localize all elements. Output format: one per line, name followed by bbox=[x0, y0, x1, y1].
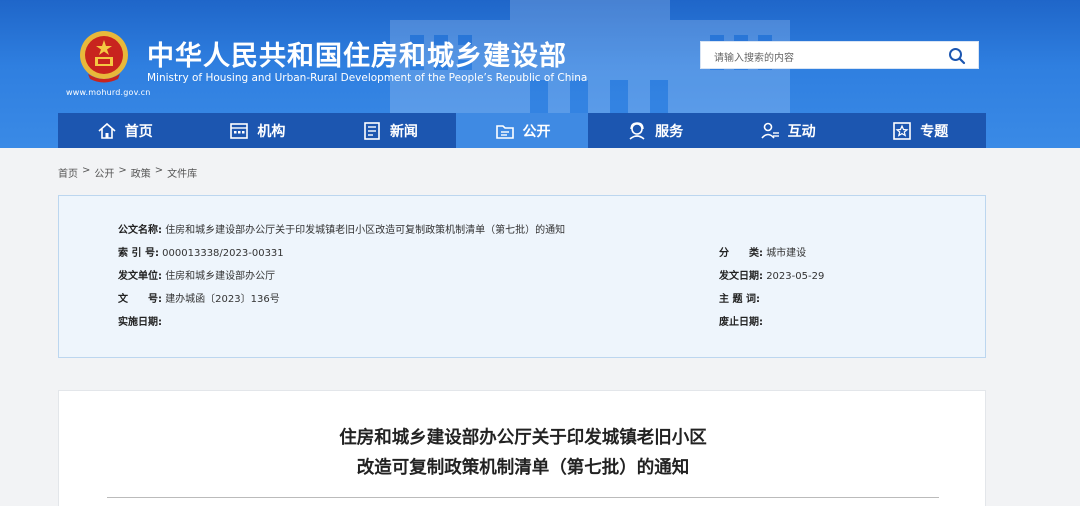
nav-item-public[interactable]: 公开 bbox=[455, 113, 589, 148]
article-panel: 住房和城乡建设部办公厅关于印发城镇老旧小区 改造可复制政策机制清单（第七批）的通… bbox=[58, 390, 986, 506]
nav-item-organization[interactable]: 机构 bbox=[191, 113, 324, 148]
building-icon bbox=[230, 122, 249, 139]
main-nav: 首页 机构 新闻 公开 服务 互动 专题 bbox=[58, 113, 986, 148]
info-label: 发文单位: bbox=[118, 271, 162, 282]
nav-item-label: 新闻 bbox=[389, 123, 418, 140]
nav-item-label: 互动 bbox=[787, 123, 816, 140]
site-header: www.mohurd.gov.cn 中华人民共和国住房和城乡建设部 Minist… bbox=[0, 0, 1080, 148]
nav-item-label: 专题 bbox=[920, 123, 949, 140]
breadcrumb-library[interactable]: 文件库 bbox=[167, 165, 197, 180]
home-icon bbox=[98, 122, 116, 139]
site-subtitle: Ministry of Housing and Urban-Rural Deve… bbox=[147, 72, 588, 84]
nav-item-label: 机构 bbox=[257, 123, 286, 140]
site-title: 中华人民共和国住房和城乡建设部 bbox=[147, 41, 567, 72]
article-title-line1: 住房和城乡建设部办公厅关于印发城镇老旧小区 bbox=[339, 428, 707, 448]
nav-item-interaction[interactable]: 互动 bbox=[721, 113, 854, 148]
site-url: www.mohurd.gov.cn bbox=[66, 88, 151, 97]
info-label: 分 类: bbox=[719, 248, 763, 259]
info-value: 2023-05-29 bbox=[766, 271, 825, 282]
breadcrumb-separator: > bbox=[82, 165, 91, 176]
breadcrumb-separator: > bbox=[154, 165, 164, 176]
nav-item-service[interactable]: 服务 bbox=[588, 113, 721, 148]
search-box[interactable]: 请输入搜索的内容 bbox=[700, 41, 979, 69]
info-issuer: 发文单位: 住房和城乡建设部办公厅 bbox=[118, 267, 275, 282]
folder-icon bbox=[495, 124, 514, 139]
nav-item-label: 首页 bbox=[124, 123, 153, 140]
info-value: 住房和城乡建设部办公厅关于印发城镇老旧小区改造可复制政策机制清单（第七批）的通知 bbox=[165, 225, 566, 236]
nav-item-label: 服务 bbox=[655, 123, 684, 140]
nav-item-home[interactable]: 首页 bbox=[58, 113, 191, 148]
info-label: 主 题 词: bbox=[719, 294, 760, 305]
national-emblem-icon bbox=[80, 31, 128, 83]
info-index: 索 引 号: 000013338/2023-00331 bbox=[118, 244, 284, 259]
nav-item-topics[interactable]: 专题 bbox=[853, 113, 986, 148]
title-divider bbox=[107, 497, 939, 498]
nav-item-label: 公开 bbox=[522, 123, 551, 140]
info-doc-name: 公文名称: 住房和城乡建设部办公厅关于印发城镇老旧小区改造可复制政策机制清单（第… bbox=[118, 221, 565, 236]
breadcrumb: 首页 > 公开 > 政策 > 文件库 bbox=[58, 165, 197, 180]
info-label: 索 引 号: bbox=[118, 248, 159, 259]
interaction-icon bbox=[761, 122, 779, 139]
newspaper-icon bbox=[364, 121, 380, 140]
info-value: 建办城函〔2023〕136号 bbox=[165, 294, 280, 305]
info-value: 城市建设 bbox=[766, 248, 807, 259]
info-date: 发文日期: 2023-05-29 bbox=[719, 267, 824, 282]
nav-item-news[interactable]: 新闻 bbox=[323, 113, 456, 148]
info-label: 废止日期: bbox=[719, 317, 763, 328]
info-expiry-date: 废止日期: bbox=[719, 313, 763, 328]
info-label: 公文名称: bbox=[118, 225, 162, 236]
info-category: 分 类: 城市建设 bbox=[719, 244, 806, 259]
star-icon bbox=[893, 121, 912, 140]
service-icon bbox=[629, 121, 645, 140]
document-info-panel: 公文名称: 住房和城乡建设部办公厅关于印发城镇老旧小区改造可复制政策机制清单（第… bbox=[58, 195, 986, 358]
article-title-line2: 改造可复制政策机制清单（第七批）的通知 bbox=[356, 458, 690, 478]
search-icon[interactable] bbox=[948, 47, 966, 65]
info-label: 文 号: bbox=[118, 294, 162, 305]
info-label: 发文日期: bbox=[719, 271, 763, 282]
info-doc-number: 文 号: 建办城函〔2023〕136号 bbox=[118, 290, 280, 305]
breadcrumb-separator: > bbox=[118, 165, 127, 176]
breadcrumb-home[interactable]: 首页 bbox=[58, 165, 78, 180]
info-subject: 主 题 词: bbox=[719, 290, 760, 305]
search-input[interactable]: 请输入搜索的内容 bbox=[714, 49, 794, 64]
info-value: 住房和城乡建设部办公厅 bbox=[165, 271, 276, 282]
info-value: 000013338/2023-00331 bbox=[162, 248, 284, 259]
breadcrumb-public[interactable]: 公开 bbox=[94, 165, 114, 180]
info-label: 实施日期: bbox=[118, 317, 162, 328]
breadcrumb-policy[interactable]: 政策 bbox=[131, 165, 151, 180]
info-effective-date: 实施日期: bbox=[118, 313, 162, 328]
